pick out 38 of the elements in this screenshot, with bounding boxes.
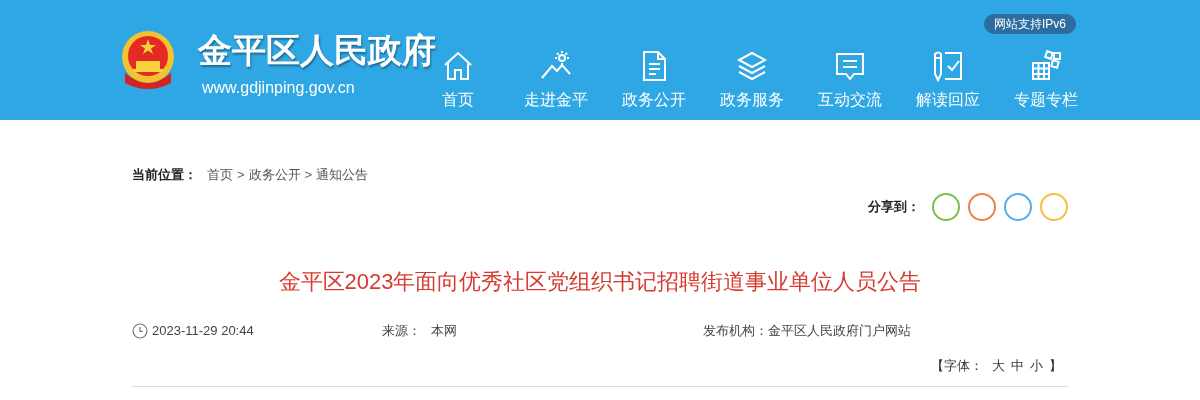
share-button[interactable] xyxy=(968,193,996,221)
nav-item[interactable]: 解读回应 xyxy=(899,48,997,110)
breadcrumb-link[interactable]: 首页 xyxy=(207,165,233,185)
ipv6-badge: 网站支持IPv6 xyxy=(984,14,1076,34)
publisher-value: 金平区人民政府门户网站 xyxy=(768,322,911,341)
breadcrumb-separator: > xyxy=(237,166,245,185)
site-url: www.gdjinping.gov.cn xyxy=(202,78,356,98)
nav-icon xyxy=(932,50,964,82)
breadcrumb-label: 当前位置： xyxy=(132,166,197,185)
publisher-label: 发布机构： xyxy=(703,322,768,341)
nav-icon xyxy=(442,50,474,82)
emblem-icon xyxy=(119,29,177,91)
publish-date: 2023-11-29 20:44 xyxy=(152,322,255,341)
font-size-link[interactable]: 中 xyxy=(1011,356,1024,376)
clock-icon xyxy=(132,323,148,339)
nav-item[interactable]: 专题专栏 xyxy=(997,48,1095,110)
font-size-link[interactable]: 大 xyxy=(992,356,1005,376)
font-size-link[interactable]: 小 xyxy=(1030,356,1043,376)
breadcrumb-separator: > xyxy=(304,166,313,185)
breadcrumb-link[interactable]: 政务公开 xyxy=(248,165,301,185)
site-name: 金平区人民政府 xyxy=(198,30,436,71)
nav-item[interactable]: 政务服务 xyxy=(703,48,801,110)
share-button[interactable] xyxy=(1004,193,1032,221)
share-button[interactable] xyxy=(932,193,960,221)
nav-item[interactable]: 互动交流 xyxy=(801,48,899,110)
font-size-label: 【字体： xyxy=(931,357,983,376)
nav-icon xyxy=(834,50,866,82)
nav-icon xyxy=(736,50,768,82)
nav-item[interactable]: 政务公开 xyxy=(605,48,703,110)
share-button[interactable] xyxy=(1040,193,1068,221)
share-label: 分享到： xyxy=(868,198,920,217)
breadcrumb-link[interactable]: 通知公告 xyxy=(316,165,369,185)
source-value: 本网 xyxy=(431,322,458,341)
source-label: 来源： xyxy=(382,322,421,341)
nav-item[interactable]: 走进金平 xyxy=(507,48,605,110)
nav-icon xyxy=(1030,50,1062,82)
article-title: 金平区2023年面向优秀社区党组织书记招聘街道事业单位人员公告 xyxy=(277,268,923,296)
font-size-bracket: 】 xyxy=(1049,357,1062,376)
